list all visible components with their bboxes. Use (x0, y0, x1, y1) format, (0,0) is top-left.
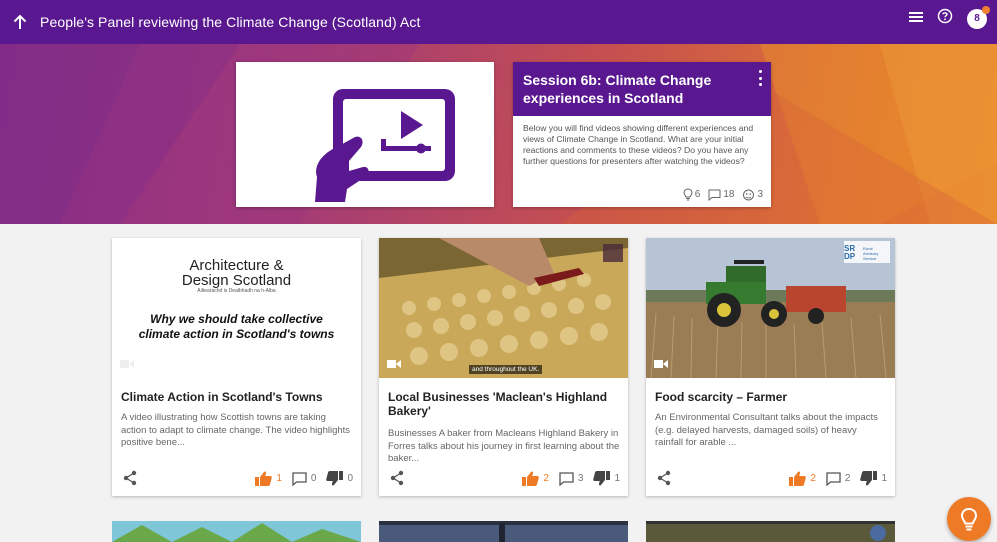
vote-bar: 2 3 1 (522, 471, 620, 486)
card-actions: 2 2 1 (646, 462, 895, 496)
dislike-count: 1 (881, 473, 887, 484)
avatar[interactable]: 8 (967, 5, 990, 29)
thumbs-up-icon[interactable] (522, 471, 540, 486)
video-card[interactable]: SR DP Rural Advisory Service Food scarci… (646, 238, 895, 496)
card-thumbnail[interactable]: and throughout the UK. (379, 238, 628, 378)
dislike-count: 0 (347, 473, 353, 484)
share-icon[interactable] (657, 470, 671, 491)
comment-icon (708, 189, 721, 201)
comment-icon[interactable] (826, 471, 841, 486)
thumbs-down-icon[interactable] (860, 471, 878, 486)
video-camera-icon (387, 360, 401, 368)
card-description: A video illustrating how Scottish towns … (121, 412, 351, 448)
brand-line-2: Design Scotland (181, 272, 292, 289)
session-stats: 6 18 3 (683, 188, 763, 201)
card-description: An Environmental Consultant talks about … (655, 412, 878, 448)
lightbulb-icon (683, 188, 693, 201)
card-title[interactable]: Local Businesses 'Maclean's Highland Bak… (388, 390, 620, 418)
card-thumbnail (646, 521, 895, 542)
card-thumbnail (112, 521, 361, 542)
card-title[interactable]: Climate Action in Scotland's Towns (121, 390, 353, 404)
comments-stat: 18 (708, 189, 734, 201)
thumbs-up-icon[interactable] (789, 471, 807, 486)
vote-bar: 1 0 0 (255, 471, 353, 486)
thumbs-down-icon[interactable] (593, 471, 611, 486)
video-card-partial[interactable] (646, 521, 895, 542)
hero-banner: Session 6b: Climate Change experiences i… (0, 44, 997, 224)
comment-count: 0 (310, 473, 317, 484)
session-thumbnail[interactable] (236, 62, 494, 207)
participants-icon (743, 189, 755, 200)
video-card[interactable]: Architecture & Design Scotland Ailtearac… (112, 238, 361, 496)
like-count: 2 (810, 473, 816, 484)
add-idea-button[interactable] (947, 497, 991, 541)
thumbnail-brand: Architecture & Design Scotland Ailtearac… (112, 258, 361, 295)
participants-count: 3 (757, 189, 763, 200)
header-actions: 8 (909, 5, 990, 29)
comment-icon[interactable] (292, 471, 307, 486)
video-tablet-icon (315, 89, 455, 202)
srdp-logo-subtext: Rural Advisory Service (863, 245, 879, 261)
vote-bar: 2 2 1 (789, 471, 887, 486)
card-thumbnail (379, 521, 628, 542)
avatar-initial: 8 (974, 13, 980, 24)
video-card[interactable]: and throughout the UK. Local Businesses … (379, 238, 628, 496)
thumbs-down-icon[interactable] (326, 471, 344, 486)
ideas-count: 6 (694, 189, 701, 200)
notification-dot (982, 5, 990, 14)
top-bar: People's Panel reviewing the Climate Cha… (0, 0, 997, 44)
page-title: People's Panel reviewing the Climate Cha… (40, 14, 421, 30)
thumbs-up-icon[interactable] (255, 471, 273, 486)
share-icon[interactable] (123, 470, 137, 491)
comment-count: 2 (844, 473, 851, 484)
card-title[interactable]: Food scarcity – Farmer (655, 390, 887, 404)
comments-count: 18 (723, 189, 735, 200)
srdp-logo: SR DP Rural Advisory Service (844, 243, 888, 263)
brand-subtitle: Ailtearachd is Dealbhadh na h-Alba (197, 288, 276, 294)
share-icon[interactable] (390, 470, 404, 491)
card-description: Businesses A baker from Macleans Highlan… (388, 428, 620, 464)
more-options-icon[interactable] (757, 70, 763, 86)
card-thumbnail[interactable]: SR DP Rural Advisory Service (646, 238, 895, 378)
hero-background-shapes (0, 44, 997, 224)
lightbulb-icon (960, 507, 978, 531)
session-card[interactable]: Session 6b: Climate Change experiences i… (513, 62, 771, 207)
video-card-partial[interactable] (112, 521, 361, 542)
video-card-partial[interactable] (379, 521, 628, 542)
participants-stat: 3 (742, 189, 763, 201)
card-thumbnail[interactable]: Architecture & Design Scotland Ailtearac… (112, 238, 361, 378)
session-card-header: Session 6b: Climate Change experiences i… (513, 62, 771, 116)
like-count: 1 (276, 473, 282, 484)
thumbnail-caption: Why we should take collective climate ac… (112, 312, 361, 342)
like-count: 2 (543, 473, 549, 484)
srdp-logo-text: SR DP (844, 244, 856, 261)
session-title: Session 6b: Climate Change experiences i… (523, 72, 712, 106)
video-camera-icon (120, 360, 134, 368)
caption-line-1: Why we should take collective (150, 312, 323, 326)
menu-icon[interactable] (909, 10, 923, 28)
arrow-up-icon[interactable] (6, 8, 34, 36)
video-subtitle: and throughout the UK. (469, 365, 543, 374)
card-actions: 1 0 0 (112, 462, 361, 496)
ideas-stat: 6 (683, 188, 701, 201)
card-actions: 2 3 1 (379, 462, 628, 496)
help-icon[interactable] (937, 8, 953, 29)
bakery-photo (379, 238, 628, 378)
session-description: Below you will find videos showing diffe… (523, 123, 754, 166)
brand-line-1: Architecture & (189, 257, 284, 274)
video-camera-icon (654, 360, 668, 368)
comment-count: 3 (577, 473, 584, 484)
dislike-count: 1 (614, 473, 620, 484)
caption-line-2: climate action in Scotland's towns (138, 327, 335, 341)
comment-icon[interactable] (559, 471, 574, 486)
